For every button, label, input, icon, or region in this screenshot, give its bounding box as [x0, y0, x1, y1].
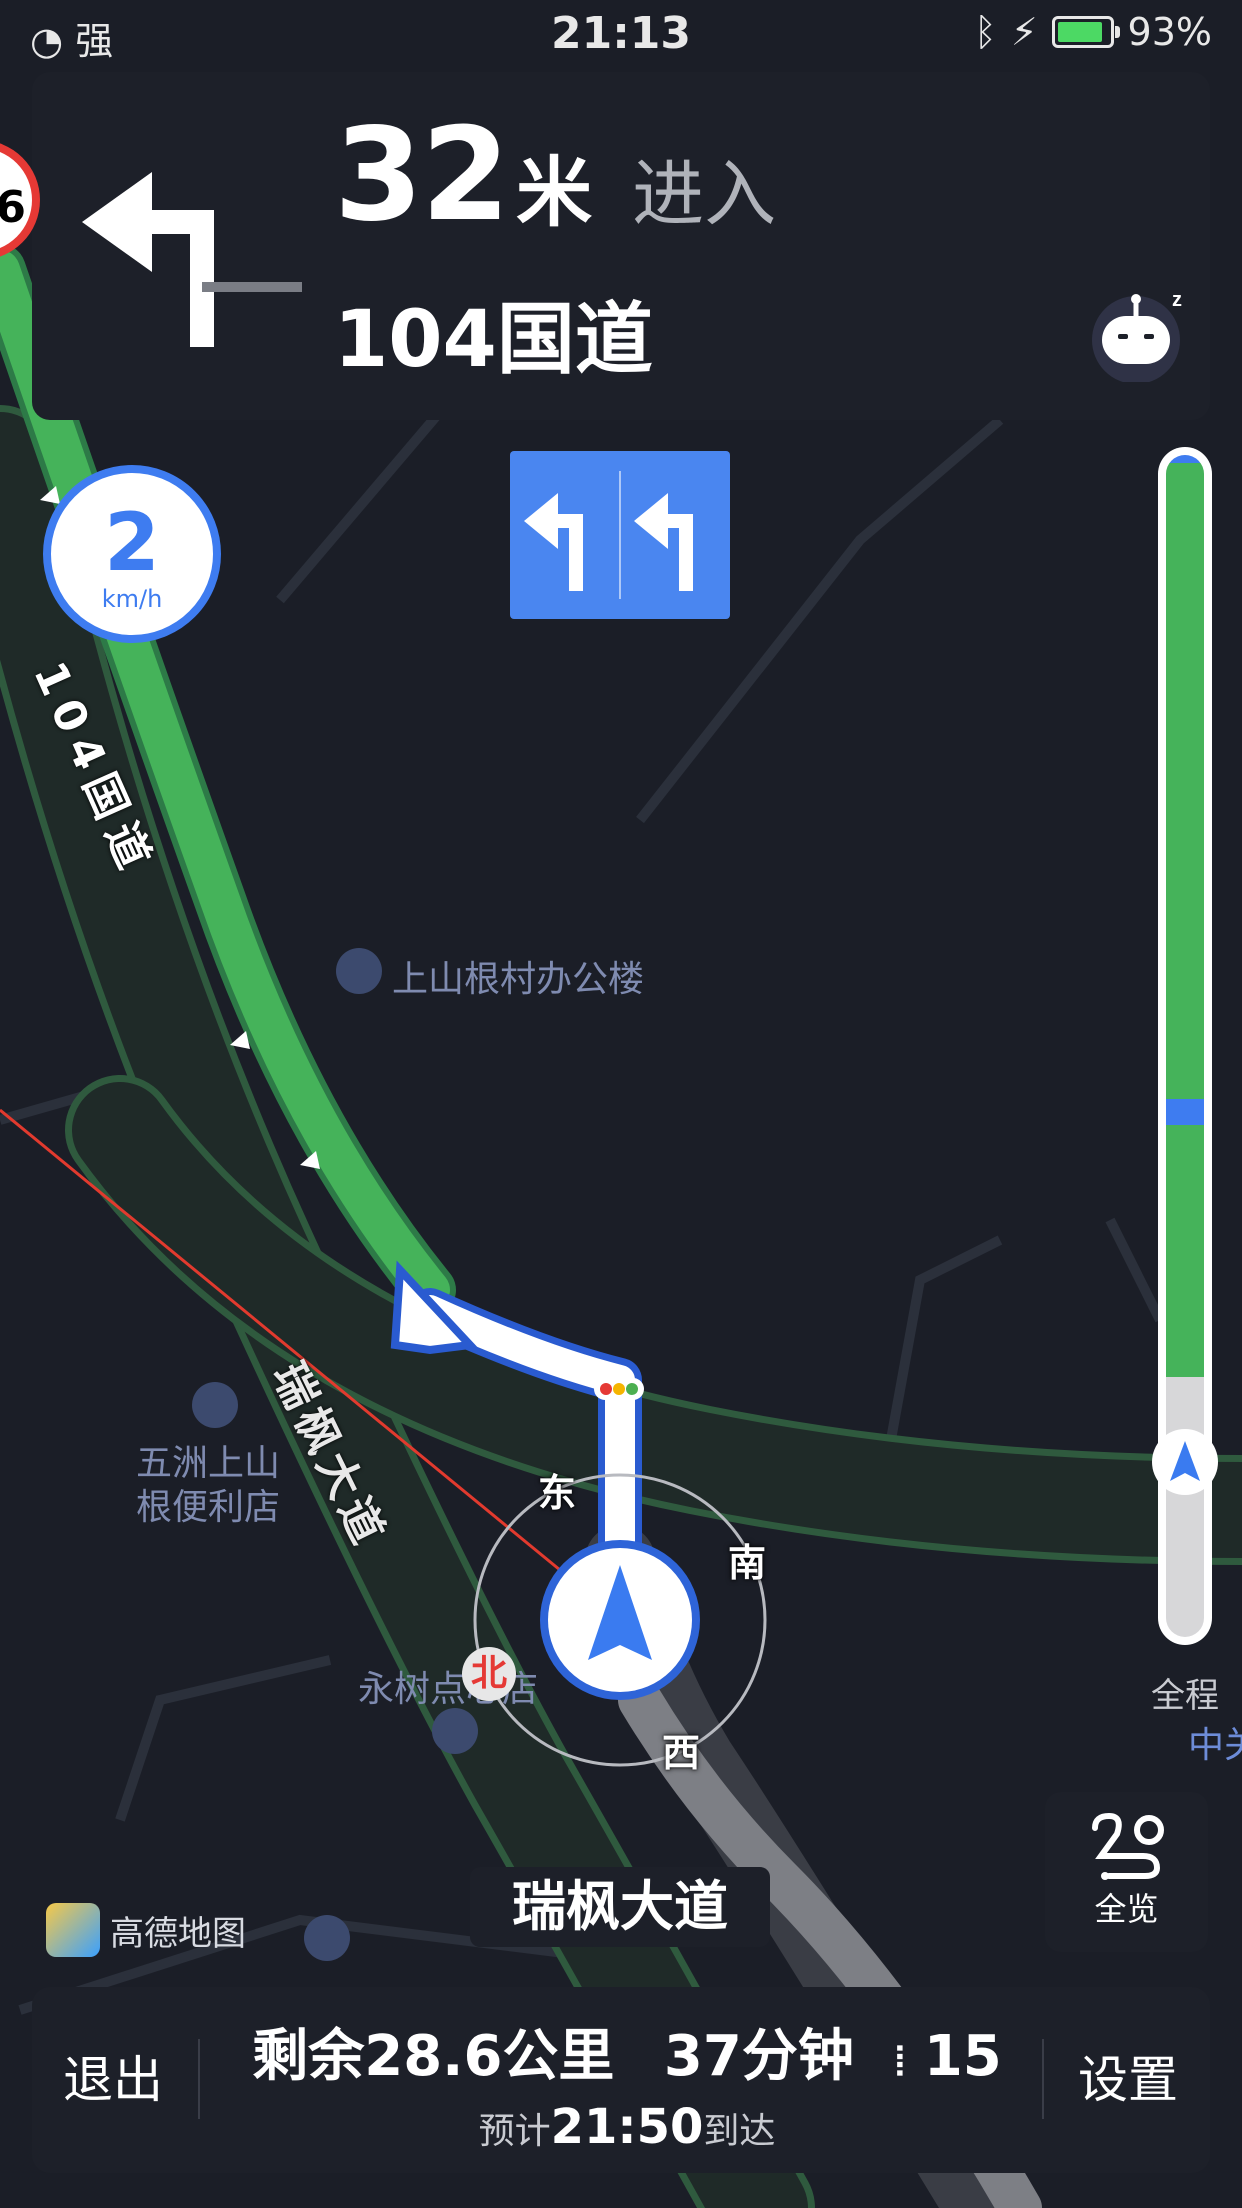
speed-limit-value: 6: [0, 182, 26, 233]
next-road-name: 104国道: [334, 295, 653, 385]
route-progress-bar: [1152, 447, 1218, 1645]
status-right: ᛒ ⚡ 93%: [974, 10, 1212, 54]
eta-prefix: 预计: [478, 2111, 551, 2152]
status-bar: ◔ 强 21:13 ᛒ ⚡ 93%: [0, 0, 1242, 70]
trip-summary: 剩余28.6公里 37分钟 ⦙ 15: [202, 2011, 1052, 2092]
voice-assistant-icon[interactable]: z: [1088, 282, 1188, 382]
bluetooth-icon: ᛒ: [974, 10, 997, 54]
map-edge-label: 中关: [1188, 1725, 1242, 1766]
poi-store-line2: 根便利店: [136, 1487, 281, 1528]
turn-guidance-panel[interactable]: 32 米 进入 104国道 z: [32, 72, 1210, 420]
battery-icon: [1051, 16, 1120, 48]
lane-guidance: [510, 451, 730, 619]
speed-value: 2: [104, 496, 160, 589]
turn-distance: 32 米 进入: [334, 112, 776, 241]
overview-label: 全览: [1094, 1890, 1159, 1928]
current-road-name: 瑞枫大道: [470, 1867, 770, 1947]
eta-suffix: 到达: [703, 2111, 776, 2152]
route-overview-icon: [1092, 1812, 1164, 1880]
overview-button[interactable]: 全览: [1045, 1792, 1208, 1952]
poi-store-line1: 五洲上山: [136, 1443, 281, 1484]
food-bowl-icon[interactable]: [432, 1708, 478, 1754]
lane-left-turn-icon: [524, 493, 583, 591]
compass-west: 西: [662, 1731, 701, 1775]
compass-north[interactable]: 北: [462, 1647, 516, 1701]
traffic-light-count: 15: [923, 2024, 1002, 2089]
turn-action: 进入: [632, 152, 777, 236]
poi-store-label[interactable]: 五洲上山 根便利店: [136, 1442, 280, 1530]
settings-button[interactable]: 设置: [1046, 1987, 1210, 2173]
food-bowl-icon[interactable]: [304, 1915, 350, 1961]
amap-logo-icon: [46, 1903, 100, 1957]
compass-south: 南: [728, 1541, 767, 1585]
progress-position-icon: [1152, 1429, 1218, 1495]
distance-unit: 米: [516, 148, 593, 237]
eta-time: 21:50: [550, 2099, 704, 2155]
compass-east: 东: [538, 1471, 577, 1515]
speed-unit: km/h: [101, 585, 163, 613]
svg-text:z: z: [1172, 289, 1182, 311]
bottom-bar: 退出 剩余28.6公里 37分钟 ⦙ 15 预计21:50到达 设置: [32, 1987, 1210, 2173]
progress-label: 全程: [1151, 1676, 1219, 1716]
building-icon[interactable]: [336, 948, 382, 994]
poi-office-label[interactable]: 上山根村办公楼: [392, 950, 644, 1002]
shopping-cart-icon[interactable]: [192, 1382, 238, 1428]
eta-line: 预计21:50到达: [202, 2099, 1052, 2155]
charging-icon: ⚡: [1010, 10, 1038, 54]
lane-left-turn-icon: [634, 493, 693, 591]
traffic-light-icon: ⦙: [895, 2039, 905, 2085]
current-speed: 2 km/h: [43, 465, 221, 643]
remaining-time: 37分钟: [663, 2024, 854, 2089]
brand-logo: 高德地图: [46, 1903, 246, 1957]
battery-percent: 93%: [1127, 10, 1212, 54]
remaining-distance: 剩余28.6公里: [252, 2024, 615, 2089]
distance-value: 32: [334, 101, 510, 250]
brand-name: 高德地图: [110, 1913, 246, 1954]
exit-button[interactable]: 退出: [32, 1987, 194, 2173]
turn-left-icon: [82, 172, 302, 347]
